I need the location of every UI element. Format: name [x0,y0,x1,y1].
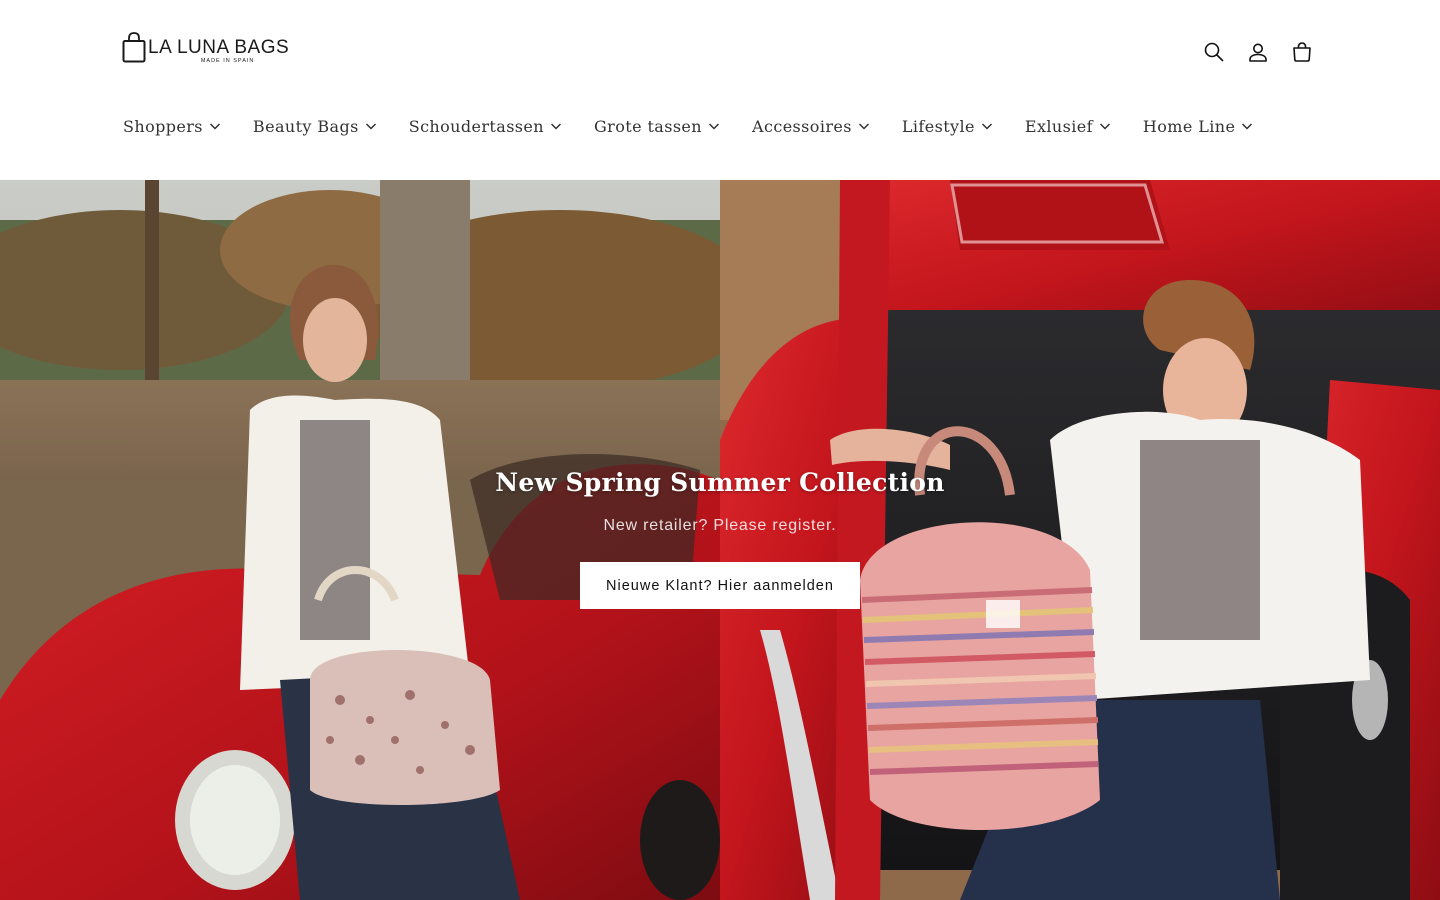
account-button[interactable] [1236,36,1280,68]
logo-name: LA LUNA BAGS [148,37,290,58]
nav-item-label: Lifestyle [901,116,975,136]
chevron-down-icon [1099,123,1110,130]
hero-title: New Spring Summer Collection [495,468,945,497]
nav-item-shoppers[interactable]: Shoppers [107,108,237,144]
nav-item-grote-tassen[interactable]: Grote tassen [578,108,736,144]
site-logo[interactable]: LA LUNA BAGS MADE IN SPAIN [122,32,289,65]
chevron-down-icon [550,123,562,130]
hero-banner: New Spring Summer Collection New retaile… [0,180,1440,900]
chevron-down-icon [858,123,869,130]
hero-subtitle: New retailer? Please register. [603,517,837,534]
nav-item-beauty-bags[interactable]: Beauty Bags [237,108,393,144]
chevron-down-icon [365,123,376,130]
chevron-down-icon [209,123,220,130]
nav-item-lifestyle[interactable]: Lifestyle [886,108,1009,144]
register-button[interactable]: Nieuwe Klant? Hier aanmelden [580,562,860,609]
search-button[interactable] [1192,36,1236,68]
nav-item-accessoires[interactable]: Accessoires [736,108,886,144]
chevron-down-icon [708,123,720,130]
nav-item-label: Shoppers [123,116,203,136]
nav-item-home-line[interactable]: Home Line [1127,108,1269,144]
nav-item-label: Grote tassen [594,116,703,136]
account-icon [1249,43,1267,62]
nav-item-label: Home Line [1142,116,1236,136]
nav-item-label: Schoudertassen [408,116,544,136]
hero-content: New Spring Summer Collection New retaile… [0,468,1440,609]
logo-text: LA LUNA BAGS MADE IN SPAIN [148,32,289,65]
nav-item-label: Exlusief [1024,116,1093,136]
nav-item-exlusief[interactable]: Exlusief [1009,108,1127,144]
chevron-down-icon [981,123,992,130]
nav-item-label: Accessoires [752,116,852,136]
logo-tagline: MADE IN SPAIN [200,58,255,64]
bag-logo-icon [122,32,146,63]
chevron-down-icon [1242,123,1253,130]
site-header: LA LUNA BAGS MADE IN SPAIN Shoppers Beau… [0,0,1440,180]
search-icon [1204,42,1224,62]
main-nav: Shoppers Beauty Bags Schoudertassen Grot… [107,108,1269,144]
cart-button[interactable] [1280,36,1324,68]
header-icons [1192,36,1324,68]
nav-item-schoudertassen[interactable]: Schoudertassen [393,108,578,144]
nav-item-label: Beauty Bags [252,116,359,136]
cart-icon [1293,42,1311,62]
